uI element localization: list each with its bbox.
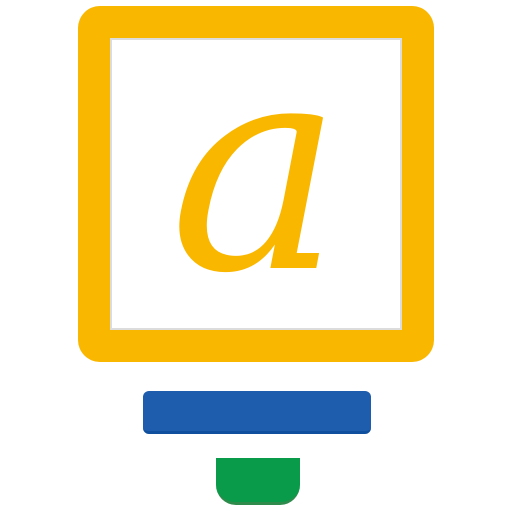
- app-icon: a: [0, 0, 512, 512]
- bulb-base-foot: [216, 458, 300, 505]
- glyph-letter: a: [170, 0, 343, 337]
- glyph-icon: a: [170, 0, 343, 337]
- bulb-base-bar: [143, 391, 371, 434]
